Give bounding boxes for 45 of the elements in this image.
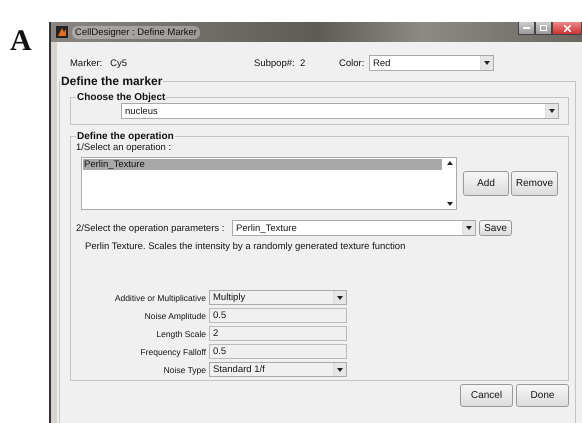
minimize-button[interactable] (518, 22, 535, 35)
close-button[interactable] (552, 22, 582, 35)
list-button[interactable]: Add (463, 171, 509, 196)
parameter-label: Length Scale (155, 328, 207, 338)
dialog-button[interactable]: Done (516, 384, 569, 407)
parameter-label: Additive or Multiplicative (114, 292, 207, 302)
color-dropdown[interactable]: Red (369, 55, 494, 71)
marker-label: Marker: Cy5 (69, 58, 128, 68)
list-item[interactable]: Perlin_Texture (83, 159, 442, 170)
scroll-down-icon (446, 202, 452, 206)
scroll-up-icon (446, 161, 452, 165)
dialog-button[interactable]: Cancel (460, 384, 513, 407)
dropdown-arrow-icon (337, 296, 343, 300)
parameter-field[interactable]: 2 (209, 326, 347, 341)
parameter-label: Noise Type (162, 364, 207, 374)
minimize-icon (523, 27, 530, 29)
group-title: Define the marker (60, 74, 164, 88)
group-title: Choose the Object (76, 92, 166, 103)
select-operation-label: 1/Select an operation : (76, 142, 172, 153)
dropdown-arrow-icon (549, 109, 555, 113)
dropdown-arrow-icon (337, 368, 343, 372)
dropdown-arrow-icon (484, 61, 490, 65)
dropdown-arrow-icon (466, 226, 472, 230)
parameter-dropdown[interactable]: Multiply (209, 290, 347, 305)
save-button[interactable]: Save (479, 220, 512, 236)
parameter-label: Noise Amplitude (144, 310, 207, 320)
window-title: CellDesigner : Define Marker (72, 26, 200, 38)
group-title: Define the operation (76, 131, 175, 142)
parameter-field[interactable]: 0.5 (209, 308, 347, 323)
maximize-icon (540, 25, 547, 31)
parameter-field[interactable]: 0.5 (209, 344, 347, 359)
parameters-label: 2/Select the operation parameters : (76, 222, 226, 234)
operation-description: Perlin Texture. Scales the intensity by a randomly generated texture function (85, 241, 406, 252)
color-label: Color: (339, 58, 366, 68)
close-icon (564, 24, 570, 32)
parameter-dropdown[interactable]: Standard 1/f (209, 362, 347, 377)
parameters-dropdown[interactable]: Perlin_Texture (232, 220, 476, 236)
parameter-label: Frequency Falloff (139, 346, 207, 356)
list-button[interactable]: Remove (511, 171, 558, 196)
maximize-button[interactable] (535, 22, 552, 35)
operation-list[interactable]: Perlin_Texture (81, 157, 457, 210)
subpop-label: Subpop#: 2 (254, 58, 306, 68)
object-dropdown[interactable]: nucleus (121, 103, 559, 119)
app-icon (56, 26, 68, 38)
figure-label: A (9, 23, 33, 59)
